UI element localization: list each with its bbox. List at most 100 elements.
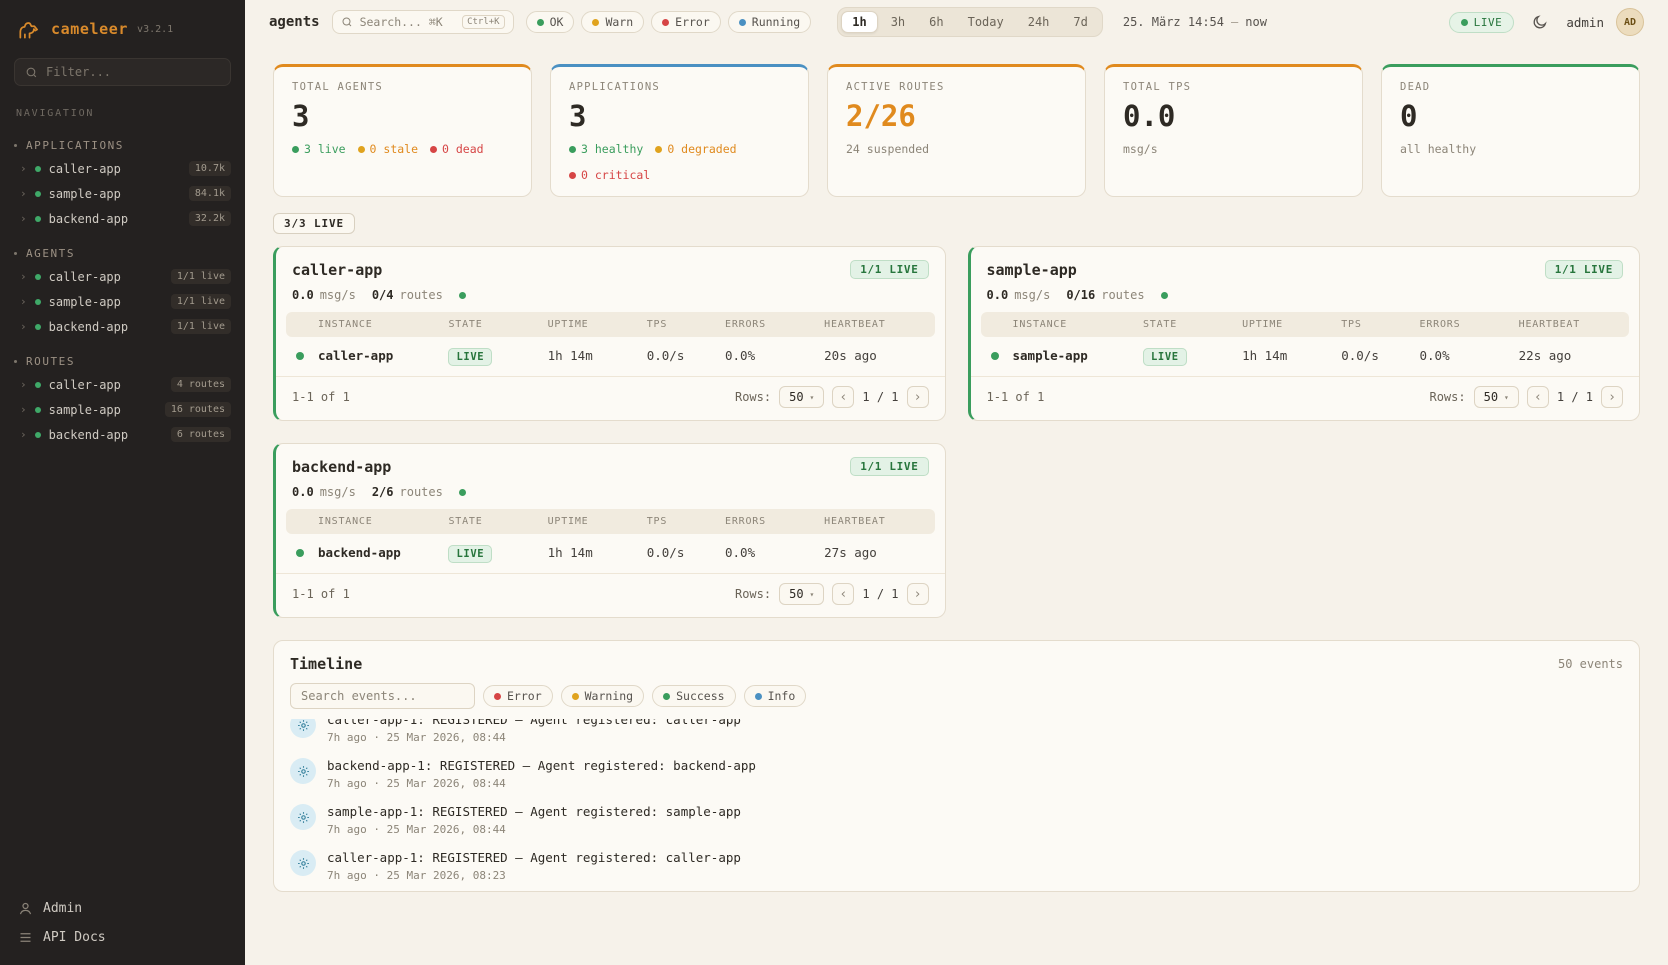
item-label: sample-app (49, 403, 157, 417)
event-title: backend-app-1: REGISTERED — Agent regist… (327, 758, 756, 773)
search-icon (25, 66, 38, 79)
top-header: agents Ctrl+K OK Warn Error Running 1h 3… (245, 0, 1668, 44)
filter-chip-ok[interactable]: OK (526, 11, 575, 33)
group-live-badge: 3/3 LIVE (273, 213, 355, 234)
stat-card-total-agents: TOTAL AGENTS 3 3 live 0 stale 0 dead (273, 64, 532, 197)
sidebar-item-agents-sample-app[interactable]: › sample-app 1/1 live (0, 289, 245, 314)
rows-label: Rows: (1429, 390, 1465, 404)
time-range-7d[interactable]: 7d (1062, 11, 1098, 33)
dark-mode-toggle[interactable] (1526, 8, 1554, 36)
prev-page-button[interactable]: ‹ (1527, 386, 1549, 408)
date-to: now (1245, 15, 1267, 29)
sidebar-item-admin[interactable]: Admin (18, 901, 227, 916)
user-icon (18, 901, 33, 916)
table-footer: 1-1 of 1 Rows: 50▾ ‹ 1 / 1 › (276, 376, 945, 420)
stat-meta-suspended: 24 suspended (846, 142, 929, 156)
sidebar-item-routes-sample-app[interactable]: › sample-app 16 routes (0, 397, 245, 422)
avatar[interactable]: AD (1616, 8, 1644, 36)
shortcut-kbd: Ctrl+K (462, 15, 505, 29)
timeline-chip-error[interactable]: Error (483, 685, 553, 707)
app-name: cameleer (51, 20, 128, 38)
timeline-chip-info[interactable]: Info (744, 685, 807, 707)
sidebar-item-api-docs[interactable]: API Docs (18, 930, 227, 945)
chevron-right-icon: › (20, 428, 27, 441)
gear-icon (290, 719, 316, 738)
amber-dot-icon (358, 146, 365, 153)
admin-label: Admin (43, 901, 82, 916)
timeline-event-list[interactable]: caller-app-1: REGISTERED — Agent registe… (274, 719, 1639, 891)
sidebar-filter-input[interactable] (46, 65, 220, 79)
section-header-applications[interactable]: APPLICATIONS (0, 135, 245, 156)
time-range-1h[interactable]: 1h (841, 11, 877, 33)
app-logo: cameleer v3.2.1 (0, 0, 245, 54)
app-card-stats: 0.0msg/s 0/16routes (971, 288, 1640, 312)
rows-per-page-select[interactable]: 50▾ (779, 583, 824, 605)
table-footer: 1-1 of 1 Rows: 50▾ ‹ 1 / 1 › (971, 376, 1640, 420)
filter-chip-warn[interactable]: Warn (581, 11, 644, 33)
status-dot-icon (35, 382, 41, 388)
sidebar-item-agents-caller-app[interactable]: › caller-app 1/1 live (0, 264, 245, 289)
item-badge: 6 routes (171, 427, 231, 442)
global-search-input[interactable] (360, 15, 455, 29)
table-row[interactable]: caller-app LIVE 1h 14m 0.0/s 0.0% 20s ag… (286, 337, 935, 374)
main: agents Ctrl+K OK Warn Error Running 1h 3… (245, 0, 1668, 965)
section-header-routes[interactable]: ROUTES (0, 351, 245, 372)
error-dot-icon (662, 19, 669, 26)
timeline-chip-warning[interactable]: Warning (561, 685, 644, 707)
app-version: v3.2.1 (137, 24, 173, 35)
app-card-stats: 0.0msg/s 0/4routes (276, 288, 945, 312)
status-dot-icon (35, 166, 41, 172)
next-page-button[interactable]: › (907, 583, 929, 605)
filter-chip-error[interactable]: Error (651, 11, 721, 33)
sidebar-item-applications-backend-app[interactable]: › backend-app 32.2k (0, 206, 245, 231)
item-label: backend-app (49, 320, 163, 334)
date-range-display[interactable]: 25. März 14:54 — now (1123, 15, 1267, 29)
status-dot-icon (35, 299, 41, 305)
time-range-24h[interactable]: 24h (1017, 11, 1061, 33)
stat-cards: TOTAL AGENTS 3 3 live 0 stale 0 dead APP… (273, 64, 1640, 197)
rows-label: Rows: (735, 390, 771, 404)
instance-table: INSTANCESTATEUPTIMETPSERRORSHEARTBEAT sa… (981, 312, 1630, 374)
sidebar-item-applications-sample-app[interactable]: › sample-app 84.1k (0, 181, 245, 206)
next-page-button[interactable]: › (907, 386, 929, 408)
sidebar: cameleer v3.2.1 NAVIGATION APPLICATIONS … (0, 0, 245, 965)
timeline-event[interactable]: caller-app-1: REGISTERED — Agent registe… (290, 843, 1623, 889)
success-dot-icon (663, 693, 670, 700)
timeline-event[interactable]: sample-app-1: REGISTERED — Agent registe… (290, 797, 1623, 843)
stat-title: APPLICATIONS (569, 81, 790, 93)
item-label: backend-app (49, 428, 163, 442)
time-range-today[interactable]: Today (957, 11, 1015, 33)
time-range-6h[interactable]: 6h (918, 11, 954, 33)
heartbeat-dot-icon (459, 292, 466, 299)
time-range-3h[interactable]: 3h (880, 11, 916, 33)
section-label: APPLICATIONS (26, 139, 124, 152)
sidebar-item-applications-caller-app[interactable]: › caller-app 10.7k (0, 156, 245, 181)
timeline-chip-success[interactable]: Success (652, 685, 735, 707)
filter-chip-running[interactable]: Running (728, 11, 811, 33)
item-label: caller-app (49, 378, 163, 392)
status-dot-icon (35, 274, 41, 280)
next-page-button[interactable]: › (1601, 386, 1623, 408)
date-separator: — (1231, 15, 1238, 29)
sidebar-item-agents-backend-app[interactable]: › backend-app 1/1 live (0, 314, 245, 339)
prev-page-button[interactable]: ‹ (832, 583, 854, 605)
table-row[interactable]: backend-app LIVE 1h 14m 0.0/s 0.0% 27s a… (286, 534, 935, 571)
table-row[interactable]: sample-app LIVE 1h 14m 0.0/s 0.0% 22s ag… (981, 337, 1630, 374)
status-dot-icon (35, 432, 41, 438)
error-dot-icon (494, 693, 501, 700)
timeline-event[interactable]: backend-app-1: REGISTERED — Agent regist… (290, 751, 1623, 797)
nav-section-agents: AGENTS › caller-app 1/1 live › sample-ap… (0, 243, 245, 339)
section-header-agents[interactable]: AGENTS (0, 243, 245, 264)
moon-icon (1532, 14, 1548, 30)
timeline-search-input[interactable] (290, 683, 475, 709)
warn-dot-icon (592, 19, 599, 26)
camel-logo-icon (16, 16, 42, 42)
rows-per-page-select[interactable]: 50▾ (1474, 386, 1519, 408)
rows-per-page-select[interactable]: 50▾ (779, 386, 824, 408)
sidebar-item-routes-caller-app[interactable]: › caller-app 4 routes (0, 372, 245, 397)
timeline-event-count: 50 events (1558, 657, 1623, 671)
prev-page-button[interactable]: ‹ (832, 386, 854, 408)
timeline-event[interactable]: caller-app-1: REGISTERED — Agent registe… (290, 719, 1623, 751)
app-card-caller-app: caller-app 1/1 LIVE 0.0msg/s 0/4routes I… (273, 246, 946, 421)
sidebar-item-routes-backend-app[interactable]: › backend-app 6 routes (0, 422, 245, 447)
